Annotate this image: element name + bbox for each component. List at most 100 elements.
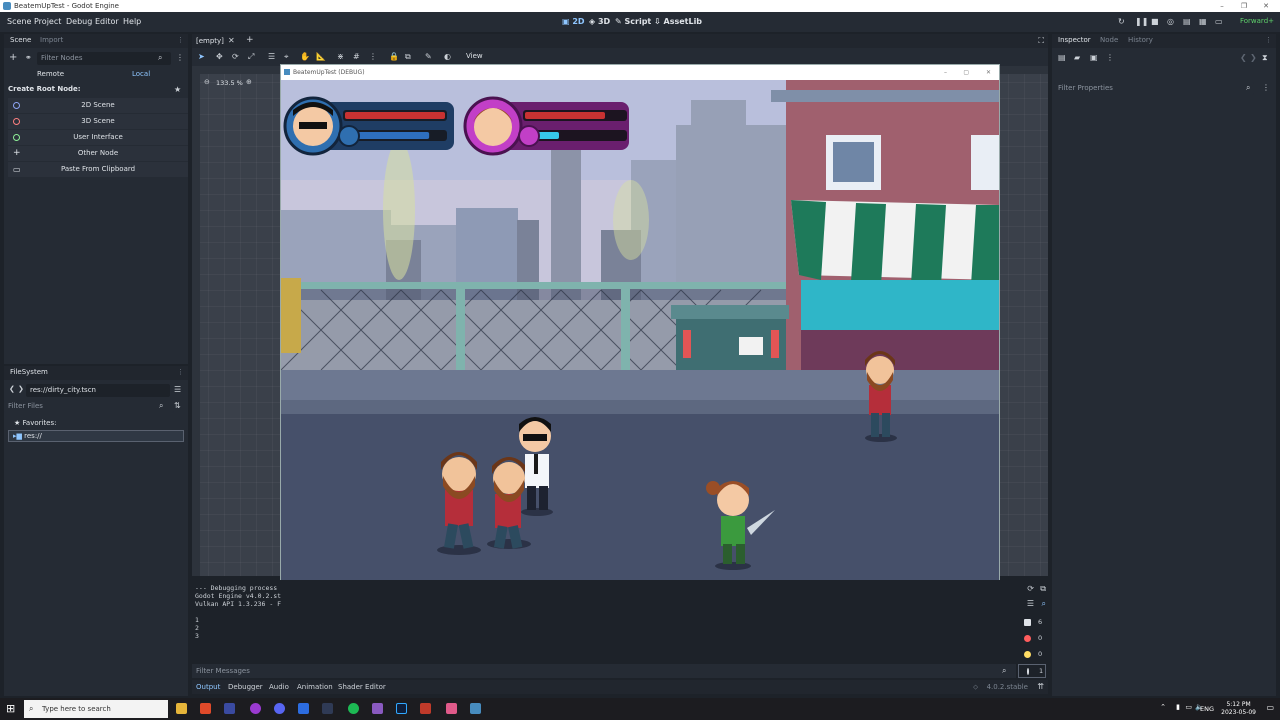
copy-output-icon[interactable]: ⧉: [1040, 584, 1046, 594]
play-scene-icon[interactable]: ▤: [1183, 17, 1191, 26]
tray-icon[interactable]: ▮: [1176, 703, 1180, 711]
message-counter[interactable]: 6: [1018, 616, 1046, 630]
tab-import[interactable]: Import: [40, 36, 63, 44]
back-icon[interactable]: ❮: [9, 385, 15, 393]
godot-taskbar-icon[interactable]: [470, 703, 481, 714]
menu-scene[interactable]: Scene: [7, 17, 31, 26]
zoom-out-icon[interactable]: ⊖: [204, 78, 210, 86]
spotify-icon[interactable]: [348, 703, 359, 714]
scene-tab-empty[interactable]: [empty]: [196, 37, 224, 45]
menu-project[interactable]: Project: [34, 17, 61, 26]
distraction-free-icon[interactable]: ⛶: [1038, 36, 1044, 46]
workspace-assetlib-button[interactable]: ⇩ AssetLib: [654, 17, 702, 26]
notifications-icon[interactable]: ▭: [1266, 703, 1274, 712]
favorite-star-icon[interactable]: ★: [174, 85, 181, 94]
resource-options-icon[interactable]: ⋮: [1106, 53, 1114, 62]
menu-debug[interactable]: Debug: [66, 17, 92, 26]
photoshop-icon[interactable]: [396, 703, 407, 714]
maximize-button[interactable]: ❐: [1234, 0, 1254, 12]
file-explorer-icon[interactable]: [176, 703, 187, 714]
grid-snap-icon[interactable]: #: [353, 52, 360, 61]
menu-editor[interactable]: Editor: [95, 17, 119, 26]
ruler-tool-icon[interactable]: 📐: [316, 52, 326, 61]
link-icon[interactable]: ⚭: [25, 53, 32, 62]
local-toggle[interactable]: Local: [132, 70, 150, 78]
property-options-icon[interactable]: ⋮: [1262, 83, 1270, 92]
app-icon[interactable]: [420, 703, 431, 714]
list-select-icon[interactable]: ☰: [268, 52, 275, 61]
tab-shader-editor[interactable]: Shader Editor: [338, 683, 386, 691]
pivot-tool-icon[interactable]: ⌖: [284, 52, 289, 62]
app-icon[interactable]: [298, 703, 309, 714]
history-back-icon[interactable]: ❮: [1240, 53, 1247, 62]
filter-nodes-input[interactable]: Filter Nodes: [37, 52, 171, 65]
workspace-2d-button[interactable]: ▣ 2D: [562, 17, 585, 26]
brave-icon[interactable]: [200, 703, 211, 714]
info-counter[interactable]: 1: [1018, 664, 1046, 678]
clock[interactable]: 5:12 PM 2023-05-09: [1221, 701, 1256, 717]
history-forward-icon[interactable]: ❯: [1250, 53, 1257, 62]
filter-files-input[interactable]: Filter Files: [4, 400, 174, 413]
clear-output-icon[interactable]: ⟳: [1027, 584, 1034, 593]
lock-icon[interactable]: 🔒: [389, 52, 399, 61]
tab-history[interactable]: History: [1128, 36, 1153, 44]
filesystem-menu-icon[interactable]: ⋮: [177, 368, 184, 376]
movie-icon[interactable]: ▭: [1215, 17, 1223, 26]
split-view-icon[interactable]: ☰: [174, 385, 181, 394]
app-icon[interactable]: [446, 703, 457, 714]
skeleton-icon[interactable]: ✎: [425, 52, 432, 61]
filter-messages-input[interactable]: Filter Messages: [192, 664, 1016, 678]
tab-node[interactable]: Node: [1100, 36, 1118, 44]
workspace-3d-button[interactable]: ◈ 3D: [589, 17, 610, 26]
filter-properties-input[interactable]: Filter Properties: [1054, 82, 1254, 95]
game-maximize-button[interactable]: ▢: [963, 65, 969, 80]
game-viewport[interactable]: [281, 80, 999, 620]
tab-scene[interactable]: Scene: [10, 36, 31, 44]
menu-help[interactable]: Help: [123, 17, 141, 26]
forward-icon[interactable]: ❯: [18, 385, 24, 393]
remote-debug-icon[interactable]: ↻: [1118, 17, 1125, 26]
game-minimize-button[interactable]: –: [944, 65, 947, 80]
zoom-in-icon[interactable]: ⊕: [246, 78, 252, 86]
group-icon[interactable]: ⧉: [405, 52, 411, 62]
sort-icon[interactable]: ⇅: [174, 401, 181, 410]
create-ui-button[interactable]: User Interface: [8, 130, 188, 145]
open-resource-icon[interactable]: ▰: [1074, 53, 1080, 62]
search-output-icon[interactable]: ⌕: [1042, 599, 1046, 609]
app-icon[interactable]: [372, 703, 383, 714]
object-history-icon[interactable]: ⧗: [1262, 53, 1268, 63]
new-resource-icon[interactable]: ▤: [1058, 53, 1066, 62]
app-icon[interactable]: [224, 703, 235, 714]
close-button[interactable]: ✕: [1256, 0, 1276, 12]
error-counter[interactable]: 0: [1018, 632, 1046, 646]
paste-from-clipboard-button[interactable]: ▭ Paste From Clipboard: [8, 162, 188, 177]
zoom-level[interactable]: 133.5 %: [216, 79, 243, 87]
pause-button[interactable]: ❚❚: [1135, 17, 1148, 26]
warning-counter[interactable]: 0: [1018, 648, 1046, 662]
path-field[interactable]: res://dirty_city.tscn: [26, 384, 170, 397]
new-tab-icon[interactable]: +: [246, 35, 254, 45]
play-custom-icon[interactable]: ▦: [1199, 17, 1207, 26]
output-menu-icon[interactable]: ☰: [1027, 599, 1034, 608]
res-root-item[interactable]: ▸▆ res://: [8, 430, 184, 442]
movie-maker-icon[interactable]: ◎: [1167, 17, 1174, 26]
tab-output[interactable]: Output: [196, 683, 220, 691]
snap-options-icon[interactable]: ⋮: [369, 52, 377, 61]
dock-menu-icon[interactable]: ⋮: [177, 36, 184, 44]
taskbar-search[interactable]: ⌕ Type here to search: [24, 700, 168, 718]
app-icon[interactable]: [250, 703, 261, 714]
tab-debugger[interactable]: Debugger: [228, 683, 263, 691]
favorites-item[interactable]: ★ Favorites:: [14, 419, 57, 427]
rotate-tool-icon[interactable]: ⟳: [232, 52, 239, 61]
tab-animation[interactable]: Animation: [297, 683, 333, 691]
start-icon[interactable]: ⊞: [6, 702, 15, 715]
other-node-button[interactable]: + Other Node: [8, 146, 188, 161]
move-tool-icon[interactable]: ✥: [216, 52, 223, 61]
scene-options-icon[interactable]: ⋮: [176, 53, 184, 62]
camera-override-icon[interactable]: ◐: [444, 52, 451, 61]
scale-tool-icon[interactable]: ⤢: [248, 52, 254, 62]
renderer-selector[interactable]: Forward+: [1240, 17, 1274, 25]
stop-button[interactable]: ■: [1151, 17, 1159, 26]
discord-icon[interactable]: [274, 703, 285, 714]
close-tab-icon[interactable]: ✕: [228, 36, 235, 45]
